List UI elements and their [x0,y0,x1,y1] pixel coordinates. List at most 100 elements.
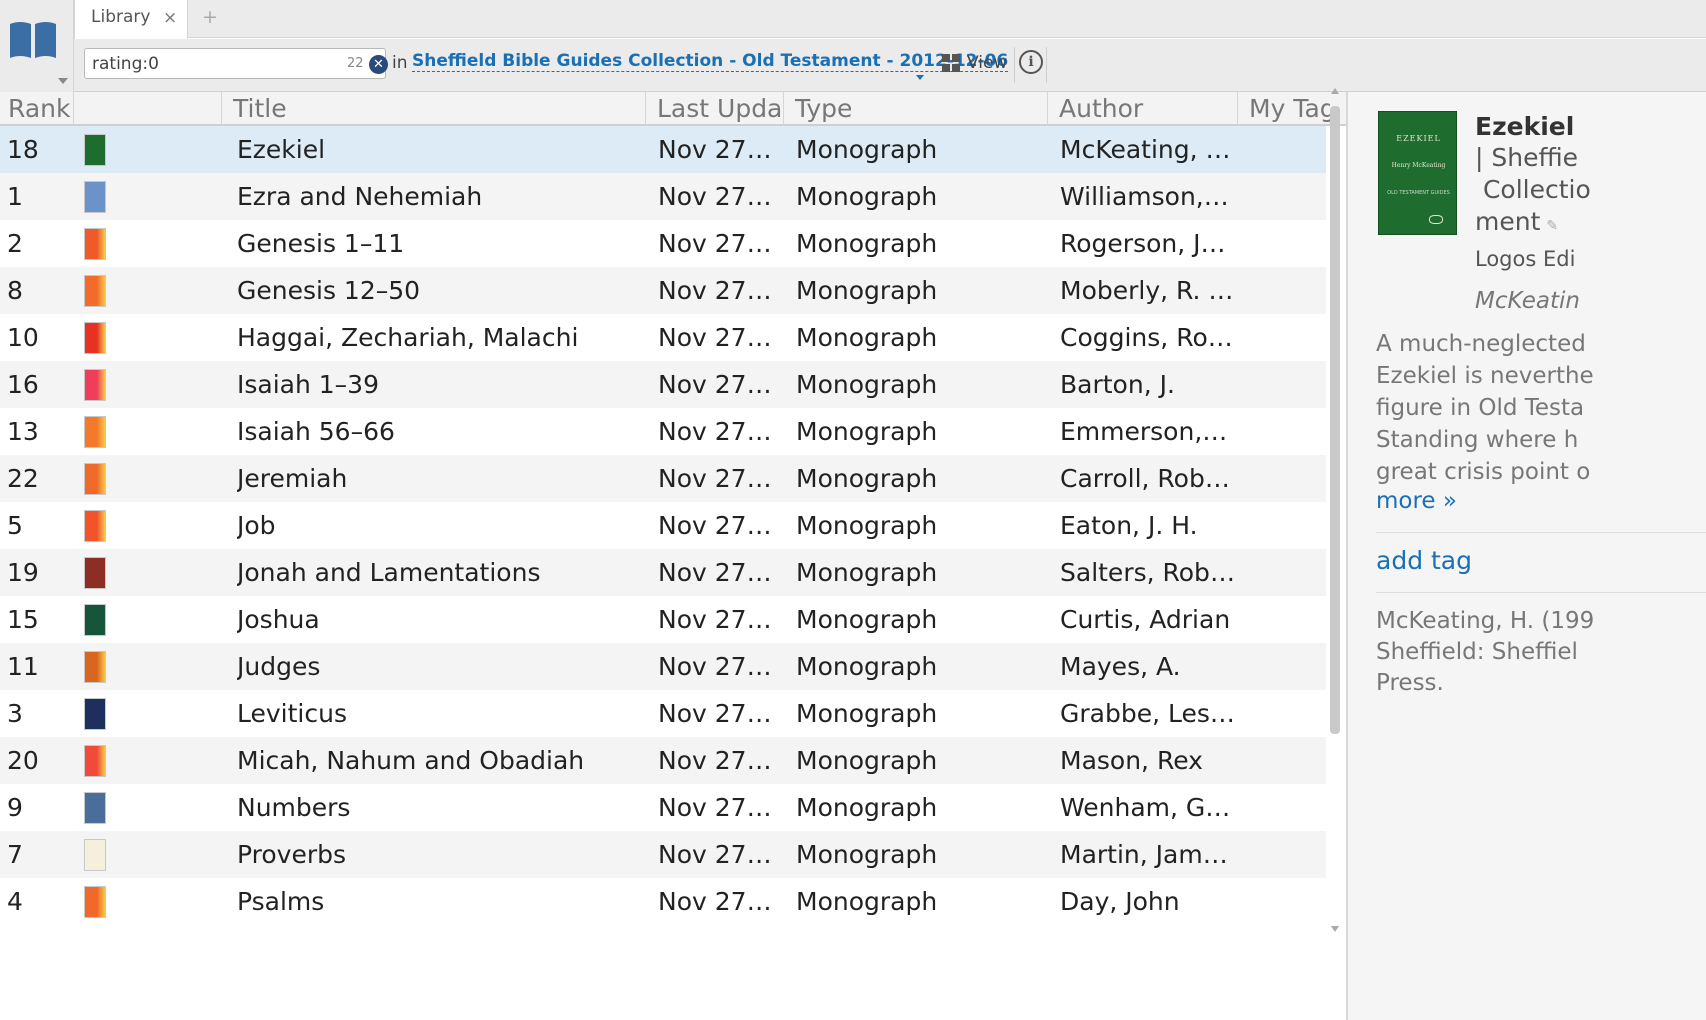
rank-cell: 11 [7,652,39,681]
scroll-down-arrow[interactable] [1331,926,1339,932]
table-row[interactable]: 8 Genesis 12–50 Nov 27,… Monograph Moberly, … [0,267,1326,314]
table-body: 18 Ezekiel Nov 27,… Monograph McKeating, H… 1… [0,126,1326,925]
author-cell: Wenham, Go… [1060,793,1235,822]
scroll-up-arrow[interactable] [1331,88,1339,94]
title-cell: Judges [237,652,321,681]
type-cell: Monograph [796,276,938,305]
last-updated-cell: Nov 27,… [658,417,776,446]
table-row[interactable]: 1 Ezra and Nehemiah Nov 27,… Monograph Willi… [0,173,1326,220]
rank-cell: 8 [7,276,23,305]
tab-library[interactable]: Library × [74,0,188,39]
title-cell: Leviticus [237,699,347,728]
scrollbar-thumb[interactable] [1330,106,1340,734]
column-header-last-updated[interactable]: Last Updat [646,92,784,126]
view-button[interactable]: View [942,50,1007,76]
column-header-cover[interactable] [74,92,222,126]
tab-label: Library [91,7,151,27]
author-cell: Eaton, J. H. [1060,511,1198,540]
table-row[interactable]: 3 Leviticus Nov 27,… Monograph Grabbe, Lest… [0,690,1326,737]
table-row[interactable]: 11 Judges Nov 27,… Monograph Mayes, A. [0,643,1326,690]
table-row[interactable]: 7 Proverbs Nov 27,… Monograph Martin, Jame… [0,831,1326,878]
author-cell: Grabbe, Lest… [1060,699,1235,728]
last-updated-cell: Nov 27,… [658,699,776,728]
rank-cell: 9 [7,793,23,822]
detail-panel: EZEKIEL Henry McKeating OLD TESTAMENT GU… [1348,92,1706,1020]
table-row[interactable]: 9 Numbers Nov 27,… Monograph Wenham, Go… [0,784,1326,831]
column-header-type[interactable]: Type [784,92,1048,126]
last-updated-cell: Nov 27,… [658,182,776,211]
table-row[interactable]: 2 Genesis 1–11 Nov 27,… Monograph Rogerson, … [0,220,1326,267]
last-updated-cell: Nov 27,… [658,558,776,587]
title-cell: Micah, Nahum and Obadiah [237,746,585,775]
last-updated-cell: Nov 27,… [658,370,776,399]
cover-thumbnail [84,839,106,871]
add-tab-button[interactable]: + [202,6,218,28]
table-row[interactable]: 5 Job Nov 27,… Monograph Eaton, J. H. [0,502,1326,549]
author-cell: Williamson,… [1060,182,1229,211]
author-cell: Day, John [1060,887,1180,916]
last-updated-cell: Nov 27,… [658,464,776,493]
title-cell: Isaiah 56–66 [237,417,395,446]
type-cell: Monograph [796,746,938,775]
collection-link[interactable]: Sheffield Bible Guides Collection - Old … [412,51,1009,72]
tab-strip [0,0,1706,38]
rank-cell: 10 [7,323,39,352]
detail-title[interactable]: Ezekiel [1475,112,1574,141]
app-menu-button[interactable] [0,0,74,92]
table-row[interactable]: 15 Joshua Nov 27,… Monograph Curtis, Adrian [0,596,1326,643]
cover-thumbnail [84,698,106,730]
grid-icon [942,54,960,72]
table-row[interactable]: 18 Ezekiel Nov 27,… Monograph McKeating, H… [0,126,1326,173]
clear-search-icon[interactable]: ✕ [369,55,388,74]
last-updated-cell: Nov 27,… [658,511,776,540]
author-cell: Barton, J. [1060,370,1175,399]
type-cell: Monograph [796,793,938,822]
column-header-title[interactable]: Title [222,92,646,126]
type-cell: Monograph [796,370,938,399]
table-row[interactable]: 20 Micah, Nahum and Obadiah Nov 27,… Monogr… [0,737,1326,784]
divider [1376,532,1706,533]
cover-thumbnail [84,792,106,824]
type-cell: Monograph [796,229,938,258]
title-cell: Ezra and Nehemiah [237,182,483,211]
author-cell: Carroll, Robe… [1060,464,1235,493]
table-row[interactable]: 22 Jeremiah Nov 27,… Monograph Carroll, Robe… [0,455,1326,502]
table-row[interactable]: 4 Psalms Nov 27,… Monograph Day, John [0,878,1326,925]
divider [1046,47,1047,83]
table-row[interactable]: 13 Isaiah 56–66 Nov 27,… Monograph Emmerson,… [0,408,1326,455]
close-icon[interactable]: × [163,8,177,28]
add-tag-link[interactable]: add tag [1376,546,1472,575]
author-cell: Curtis, Adrian [1060,605,1231,634]
search-input[interactable] [92,53,307,75]
detail-series: | Sheffie Collectio ment ✎ [1475,142,1706,242]
column-header-rank[interactable]: Rank [0,92,74,126]
cover-thumbnail [84,181,106,213]
cover-thumbnail [84,651,106,683]
detail-author[interactable]: McKeatin [1475,288,1580,314]
last-updated-cell: Nov 27,… [658,652,776,681]
divider [1014,47,1015,83]
publisher-seal-icon [1429,215,1443,224]
last-updated-cell: Nov 27,… [658,746,776,775]
table-row[interactable]: 19 Jonah and Lamentations Nov 27,… Monograp… [0,549,1326,596]
rank-cell: 18 [7,135,39,164]
book-cover[interactable]: EZEKIEL Henry McKeating OLD TESTAMENT GU… [1378,111,1457,235]
last-updated-cell: Nov 27,… [658,605,776,634]
title-cell: Job [237,511,276,540]
pencil-icon[interactable]: ✎ [1546,218,1558,234]
rank-cell: 7 [7,840,23,869]
last-updated-cell: Nov 27,… [658,840,776,869]
author-cell: Coggins, Rob… [1060,323,1235,352]
column-header-author[interactable]: Author [1048,92,1238,126]
info-icon[interactable]: i [1019,50,1043,74]
table-row[interactable]: 10 Haggai, Zechariah, Malachi Nov 27,… Mono… [0,314,1326,361]
cover-thumbnail [84,134,106,166]
table-row[interactable]: 16 Isaiah 1–39 Nov 27,… Monograph Barton, J. [0,361,1326,408]
column-header-my-tags[interactable]: My Tags [1238,92,1330,126]
author-cell: Emmerson, G… [1060,417,1235,446]
type-cell: Monograph [796,182,938,211]
last-updated-cell: Nov 27,… [658,229,776,258]
type-cell: Monograph [796,417,938,446]
type-cell: Monograph [796,135,938,164]
more-link[interactable]: more » [1376,488,1457,514]
